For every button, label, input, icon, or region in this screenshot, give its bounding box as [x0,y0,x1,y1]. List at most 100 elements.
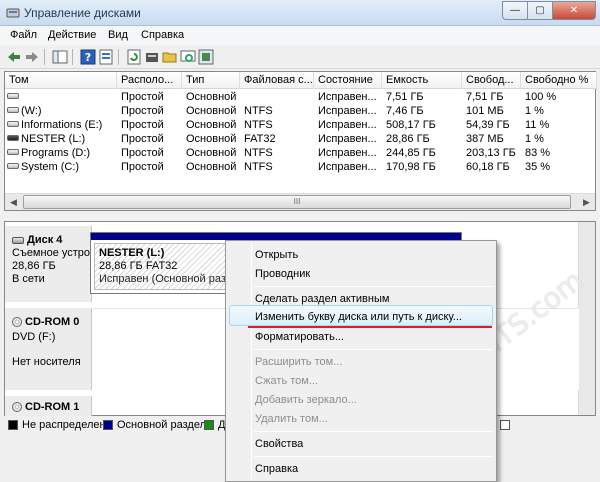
scroll-thumb[interactable]: III [23,195,571,209]
column-header-layout[interactable]: Располо... [117,72,182,89]
disk-type: Съемное устро [12,247,91,259]
free-percent-cell: 1 % [525,105,544,117]
disk-icon [12,236,24,244]
context-menu: Открыть Проводник Сделать раздел активны… [225,240,497,482]
volume-cell: System (C:) [7,160,115,174]
cdrom-1-label[interactable]: CD-ROM 1 [5,396,92,416]
type-cell: Основной [186,147,237,159]
menu-item-properties[interactable]: Свойства [255,438,303,450]
console-tree-icon[interactable] [52,49,68,65]
table-row[interactable]: System (C:) Простой Основной NTFS Исправ… [5,160,597,174]
horizontal-scrollbar[interactable]: ◀ III ▶ [5,193,595,210]
legend-label-unallocated: Не распределен [22,419,106,431]
minimize-button[interactable]: — [502,1,528,20]
menu-separator [254,349,493,350]
column-header-type[interactable]: Тип [182,72,240,89]
close-button[interactable]: ✕ [553,1,596,20]
menu-item-add-mirror: Добавить зеркало... [255,394,357,406]
vertical-scrollbar[interactable] [578,222,595,415]
volume-cell: (W:) [7,104,115,118]
settings-icon[interactable] [198,49,214,65]
highlight-underline [248,326,492,328]
scroll-right-arrow-icon[interactable]: ▶ [578,194,595,210]
free-space-cell: 54,39 ГБ [466,119,510,131]
window-title: Управление дисками [24,6,141,20]
menu-item-format[interactable]: Форматировать... [255,331,344,343]
help-icon[interactable]: ? [80,49,96,65]
column-header-status[interactable]: Состояние [314,72,382,89]
status-cell: Исправен... [318,119,377,131]
status-cell: Исправен... [318,91,377,103]
refresh-icon[interactable] [126,49,142,65]
table-row[interactable]: Informations (E:) Простой Основной NTFS … [5,118,597,132]
type-cell: Основной [186,133,237,145]
menu-view[interactable]: Вид [108,29,128,41]
menu-bar: Файл Действие Вид Справка [0,26,600,45]
volume-icon [7,135,19,142]
table-row[interactable]: (W:) Простой Основной NTFS Исправен... 7… [5,104,597,118]
toolbar-separator [44,49,45,65]
menu-item-help[interactable]: Справка [255,463,298,475]
free-space-cell: 7,51 ГБ [466,91,504,103]
menu-separator [254,286,493,287]
table-row[interactable]: Programs (D:) Простой Основной NTFS Испр… [5,146,597,160]
volume-icon [7,121,19,128]
cd-rom-icon [12,402,22,413]
menu-item-explore[interactable]: Проводник [255,268,310,280]
legend-swatch-unallocated [8,420,18,430]
layout-cell: Простой [121,161,164,173]
free-space-cell: 101 МБ [466,105,504,117]
rescan-icon[interactable] [180,49,196,65]
filesystem-cell: NTFS [244,105,273,117]
volume-cell [7,90,115,104]
cdrom-0-label[interactable]: CD-ROM 0 DVD (F:) Нет носителя [5,308,92,390]
svg-text:?: ? [85,51,91,64]
cd-rom-icon [12,317,22,328]
table-row[interactable]: Простой Основной Исправен... 7,51 ГБ 7,5… [5,90,597,104]
scroll-left-arrow-icon[interactable]: ◀ [5,194,22,210]
disk-status: В сети [12,273,45,285]
filesystem-cell: FAT32 [244,133,276,145]
disk-4-label[interactable]: Диск 4 Съемное устро 28,86 ГБ В сети [5,226,92,302]
volume-list-header: Том Располо... Тип Файловая с... Состоян… [5,72,597,89]
open-folder-icon[interactable] [162,49,178,65]
menu-item-mark-active[interactable]: Сделать раздел активным [255,293,389,305]
capacity-cell: 244,85 ГБ [386,147,436,159]
volume-cell: Programs (D:) [7,146,115,160]
menu-gutter [251,243,252,479]
forward-arrow-icon[interactable] [24,49,40,65]
layout-cell: Простой [121,133,164,145]
menu-file[interactable]: Файл [10,29,37,41]
filesystem-cell: NTFS [244,147,273,159]
column-header-volume[interactable]: Том [5,72,117,89]
volume-cell: NESTER (L:) [7,132,115,146]
disk-properties-icon[interactable] [144,49,160,65]
disk-name: Диск 4 [12,234,62,246]
free-space-cell: 203,13 ГБ [466,147,516,159]
back-arrow-icon[interactable] [6,49,22,65]
column-header-capacity[interactable]: Емкость [382,72,462,89]
column-header-filesystem[interactable]: Файловая с... [240,72,314,89]
menu-separator [254,431,493,432]
free-percent-cell: 11 % [525,119,550,131]
layout-cell: Простой [121,147,164,159]
properties-icon[interactable] [98,49,114,65]
filesystem-cell: NTFS [244,119,273,131]
status-cell: Исправен... [318,133,377,145]
type-cell: Основной [186,161,237,173]
free-percent-cell: 35 % [525,161,551,173]
menu-help[interactable]: Справка [141,29,184,41]
menu-action[interactable]: Действие [48,29,96,41]
maximize-button[interactable]: ▢ [528,1,553,20]
volume-icon [7,107,19,114]
menu-item-change-drive-letter[interactable]: Изменить букву диска или путь к диску... [255,311,462,323]
menu-item-open[interactable]: Открыть [255,249,298,261]
table-row[interactable]: NESTER (L:) Простой Основной FAT32 Испра… [5,132,597,146]
capacity-cell: 7,51 ГБ [386,91,424,103]
window-controls: — ▢ ✕ [502,1,596,20]
menu-item-extend-volume: Расширить том... [255,356,343,368]
column-header-free-space[interactable]: Свобод... [462,72,521,89]
toolbar-separator [118,49,119,65]
column-header-free-percent[interactable]: Свободно % [521,72,597,89]
volume-icon [7,149,19,156]
